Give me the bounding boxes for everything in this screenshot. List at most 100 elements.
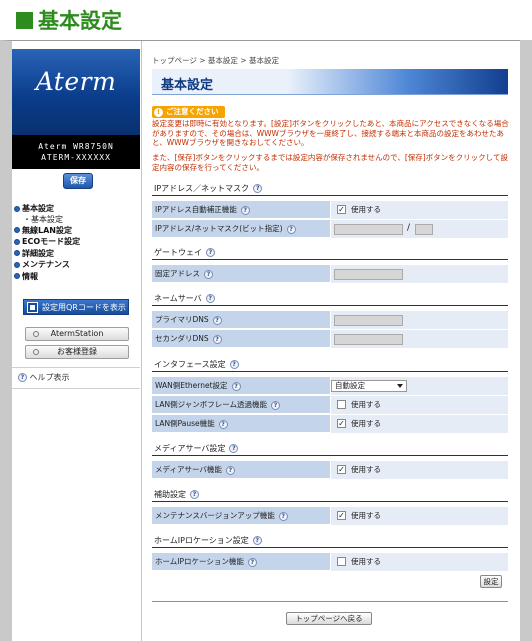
help-icon[interactable]: ? bbox=[190, 489, 199, 499]
caution-badge: ! ご注意ください bbox=[152, 106, 225, 118]
aterm-logo: Aterm bbox=[35, 67, 117, 96]
sidebar-item-label: ECOモード設定 bbox=[22, 237, 81, 246]
primary-dns-input[interactable] bbox=[334, 315, 403, 326]
row-gateway: 固定アドレス? bbox=[152, 265, 508, 283]
row-label-text: ホームIPロケーション機能 bbox=[155, 557, 244, 566]
help-icon[interactable]: ? bbox=[205, 293, 215, 303]
media-server-checkbox[interactable]: ✓ bbox=[337, 465, 346, 474]
row-label: メディアサーバ機能? bbox=[155, 461, 235, 479]
register-label: お客様登録 bbox=[57, 347, 97, 356]
aterm-station-button[interactable]: AtermStation bbox=[25, 327, 129, 341]
row-value: ✓ 使用する bbox=[330, 507, 508, 525]
help-icon[interactable]: ? bbox=[218, 419, 228, 429]
gateway-input[interactable] bbox=[334, 269, 403, 280]
bullet-icon bbox=[14, 261, 20, 268]
sidebar-item-maintenance[interactable]: メンテナンス bbox=[12, 259, 140, 271]
row-label: IPアドレス/ネットマスク(ビット指定)? bbox=[155, 220, 296, 238]
row-label: メンテナンスバージョンアップ機能? bbox=[155, 507, 288, 525]
model-name: Aterm WR8750N bbox=[38, 142, 114, 151]
help-icon[interactable]: ? bbox=[212, 315, 222, 325]
help-icon[interactable]: ? bbox=[206, 247, 215, 257]
sidebar-item-label: 無線LAN設定 bbox=[22, 225, 72, 235]
save-button[interactable]: 保存 bbox=[63, 173, 93, 189]
globe-icon bbox=[33, 349, 39, 355]
checkbox-label: 使用する bbox=[351, 400, 381, 409]
row-ip-auto: IPアドレス自動補正機能? ✓ 使用する bbox=[152, 201, 508, 219]
help-icon[interactable]: ? bbox=[252, 535, 262, 545]
help-icon[interactable]: ? bbox=[253, 183, 263, 193]
section-gateway: ゲートウェイ ? bbox=[152, 245, 508, 260]
sidebar-item-wlan[interactable]: 無線LAN設定 bbox=[12, 225, 140, 237]
row-wan-ethernet: WAN側Ethernet設定? 自動設定 bbox=[152, 377, 508, 395]
device-name: ATERM-XXXXXX bbox=[41, 153, 111, 162]
page-title: 基本設定 bbox=[161, 78, 214, 93]
jumbo-frame-checkbox[interactable] bbox=[337, 400, 346, 409]
row-label-text: プライマリDNS bbox=[155, 315, 209, 324]
help-icon[interactable]: ? bbox=[229, 359, 239, 369]
globe-icon bbox=[33, 331, 39, 337]
section-ip: IPアドレス／ネットマスク ? bbox=[152, 181, 508, 196]
section-auxiliary: 補助設定 ? bbox=[152, 487, 508, 502]
select-value: 自動設定 bbox=[335, 381, 365, 390]
sidebar-item-eco[interactable]: ECOモード設定 bbox=[12, 236, 140, 248]
sidebar-item-basic[interactable]: 基本設定 bbox=[12, 203, 140, 215]
row-ip-address: IPアドレス/ネットマスク(ビット指定)? / bbox=[152, 220, 508, 238]
logo-box: Aterm bbox=[12, 49, 140, 135]
help-icon[interactable]: ? bbox=[240, 205, 250, 215]
help-icon[interactable]: ? bbox=[231, 381, 241, 391]
help-icon[interactable]: ? bbox=[247, 557, 257, 567]
help-icon[interactable]: ? bbox=[212, 334, 222, 344]
window-frame-right bbox=[520, 40, 532, 641]
row-secondary-dns: セカンダリDNS? bbox=[152, 330, 508, 348]
qr-code-button[interactable]: 設定用QRコードを表示 bbox=[23, 299, 129, 315]
bullet-icon bbox=[14, 250, 20, 257]
help-icon[interactable]: ? bbox=[229, 443, 239, 453]
help-icon[interactable]: ? bbox=[271, 400, 280, 410]
checkbox-label: 使用する bbox=[351, 205, 381, 214]
pause-checkbox[interactable]: ✓ bbox=[337, 419, 346, 428]
home-ip-location-checkbox[interactable] bbox=[337, 557, 346, 566]
row-value: 自動設定 bbox=[330, 377, 508, 395]
row-value: ✓ 使用する bbox=[330, 461, 508, 479]
checkbox-label: 使用する bbox=[351, 465, 381, 474]
title-bar: 基本設定 bbox=[152, 69, 508, 95]
slash-separator: / bbox=[407, 223, 411, 233]
section-dns: ネームサーバ ? bbox=[152, 291, 508, 306]
apply-button[interactable]: 設定 bbox=[480, 575, 502, 588]
help-icon[interactable]: ? bbox=[225, 465, 235, 475]
model-info: Aterm WR8750N ATERM-XXXXXX bbox=[12, 135, 140, 169]
secondary-dns-input[interactable] bbox=[334, 334, 403, 345]
row-label-text: 固定アドレス bbox=[155, 269, 200, 278]
netmask-input[interactable] bbox=[415, 224, 433, 235]
sidebar-subitem-basic[interactable]: ・基本設定 bbox=[12, 215, 140, 225]
ip-auto-checkbox[interactable]: ✓ bbox=[337, 205, 346, 214]
page-heading-text: 基本設定 bbox=[38, 9, 122, 33]
help-link[interactable]: ? ヘルプ表示 bbox=[12, 367, 140, 389]
row-label-text: IPアドレス自動補正機能 bbox=[155, 205, 237, 214]
wan-ethernet-select[interactable]: 自動設定 bbox=[331, 380, 407, 392]
row-label-text: セカンダリDNS bbox=[155, 334, 209, 343]
notice-text-1: 設定変更は即時に有効となります。[設定]ボタンをクリックしたあと、本商品にアクセ… bbox=[152, 119, 509, 147]
exclamation-icon: ! bbox=[154, 107, 163, 117]
divider bbox=[152, 601, 508, 602]
maintenance-update-checkbox[interactable]: ✓ bbox=[337, 511, 346, 520]
help-icon[interactable]: ? bbox=[286, 224, 296, 234]
help-icon[interactable]: ? bbox=[278, 511, 288, 521]
ip-address-input[interactable] bbox=[334, 224, 403, 235]
back-to-top-button[interactable]: トップページへ戻る bbox=[286, 612, 372, 625]
section-title: ネームサーバ bbox=[154, 293, 202, 303]
help-icon[interactable]: ? bbox=[204, 269, 213, 279]
help-label: ヘルプ表示 bbox=[29, 373, 70, 382]
sidebar-item-info[interactable]: 情報 bbox=[12, 271, 140, 283]
row-label-text: IPアドレス/ネットマスク(ビット指定) bbox=[155, 224, 283, 233]
breadcrumb: トップページ > 基本設定 > 基本設定 bbox=[152, 56, 279, 65]
row-label-text: メディアサーバ機能 bbox=[155, 465, 222, 474]
section-title: 補助設定 bbox=[154, 489, 186, 499]
sidebar-nav: 基本設定 ・基本設定 無線LAN設定 ECOモード設定 詳細設定 メンテナンス … bbox=[12, 203, 140, 282]
row-label: 固定アドレス? bbox=[155, 265, 213, 283]
sidebar-item-advanced[interactable]: 詳細設定 bbox=[12, 248, 140, 260]
register-button[interactable]: お客様登録 bbox=[25, 345, 129, 359]
row-label-text: メンテナンスバージョンアップ機能 bbox=[155, 511, 275, 520]
row-label: プライマリDNS? bbox=[155, 311, 222, 329]
page-heading: 基本設定 bbox=[16, 6, 122, 34]
